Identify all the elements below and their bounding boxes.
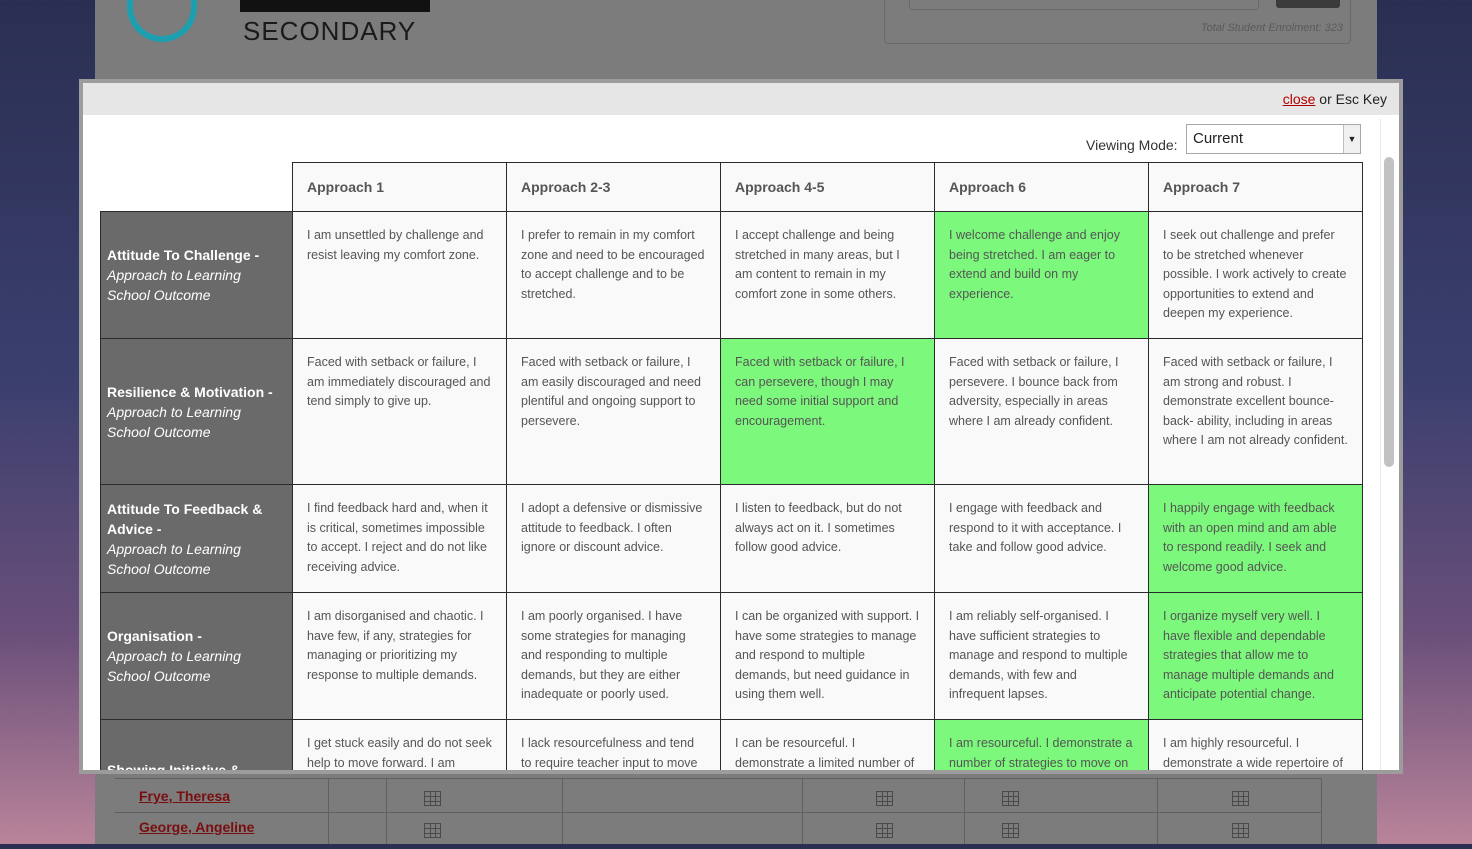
- row-header: Attitude To Feedback & Advice - Approach…: [100, 484, 293, 593]
- grid-icon[interactable]: [876, 791, 893, 806]
- row-header: Organisation - Approach to Learning Scho…: [100, 592, 293, 720]
- col-divider: [328, 778, 329, 844]
- table-row: Showing Initiative & I get stuck easily …: [100, 719, 1363, 770]
- col-divider: [386, 778, 387, 844]
- viewing-mode-select[interactable]: Current ▼: [1186, 124, 1361, 154]
- rubric-cell[interactable]: I am disorganised and chaotic. I have fe…: [292, 592, 507, 720]
- column-header: Approach 6: [934, 162, 1149, 212]
- table-row: Attitude To Challenge - Approach to Lear…: [100, 211, 1363, 339]
- rubric-cell[interactable]: I lack resourcefulness and tend to requi…: [506, 719, 721, 770]
- col-divider: [1321, 778, 1322, 844]
- student-link[interactable]: George, Angeline: [139, 819, 254, 849]
- rubric-cell[interactable]: I can be resourceful. I demonstrate a li…: [720, 719, 935, 770]
- rubric-cell[interactable]: I engage with feedback and respond to it…: [934, 484, 1149, 593]
- student-link[interactable]: Frye, Theresa: [139, 788, 230, 818]
- close-hint: or Esc Key: [1319, 91, 1387, 107]
- column-header: Approach 7: [1148, 162, 1363, 212]
- row-divider: [115, 812, 1322, 813]
- close-area: close or Esc Key: [1283, 91, 1387, 107]
- rubric-cell[interactable]: I prefer to remain in my comfort zone an…: [506, 211, 721, 339]
- rubric-cell[interactable]: I organize myself very well. I have flex…: [1148, 592, 1363, 720]
- row-title: Organisation -: [107, 628, 202, 644]
- rubric-cell[interactable]: I am unsettled by challenge and resist l…: [292, 211, 507, 339]
- rubric-cell[interactable]: I am highly resourceful. I demonstrate a…: [1148, 719, 1363, 770]
- rubric-cell[interactable]: I accept challenge and being stretched i…: [720, 211, 935, 339]
- chevron-down-icon[interactable]: ▼: [1343, 125, 1360, 153]
- rubric-cell[interactable]: Faced with setback or failure, I am easi…: [506, 338, 721, 485]
- column-header: Approach 4-5: [720, 162, 935, 212]
- rubric-cell[interactable]: I am reliably self-organised. I have suf…: [934, 592, 1149, 720]
- row-title: Attitude To Feedback & Advice -: [107, 500, 263, 537]
- viewing-mode-value: Current: [1193, 130, 1244, 147]
- rubric-cell[interactable]: Faced with setback or failure, I am stro…: [1148, 338, 1363, 485]
- row-title: Resilience & Motivation -: [107, 383, 273, 400]
- grid-icon[interactable]: [424, 823, 441, 838]
- col-divider: [1157, 778, 1158, 844]
- row-subtitle: School Outcome: [107, 668, 211, 684]
- row-header: Resilience & Motivation - Approach to Le…: [100, 338, 293, 485]
- row-subtitle: School Outcome: [107, 560, 211, 577]
- row-header: Attitude To Challenge - Approach to Lear…: [100, 211, 293, 339]
- rubric-cell[interactable]: I seek out challenge and prefer to be st…: [1148, 211, 1363, 339]
- row-subtitle: Approach to Learning: [107, 267, 241, 283]
- rubric-modal: close or Esc Key Viewing Mode: Current ▼: [79, 79, 1403, 774]
- rubric-cell[interactable]: I find feedback hard and, when it is cri…: [292, 484, 507, 593]
- grid-icon[interactable]: [1232, 823, 1249, 838]
- rubric-cell[interactable]: Faced with setback or failure, I am imme…: [292, 338, 507, 485]
- grid-icon[interactable]: [1232, 791, 1249, 806]
- modal-content: close or Esc Key Viewing Mode: Current ▼: [83, 83, 1399, 770]
- search-button[interactable]: [1276, 0, 1340, 8]
- logo-subtitle: SECONDARY: [243, 16, 417, 46]
- rubric-cell[interactable]: I adopt a defensive or dismissive attitu…: [506, 484, 721, 593]
- col-divider: [802, 778, 803, 844]
- grid-icon[interactable]: [1002, 823, 1019, 838]
- grid-icon[interactable]: [1002, 791, 1019, 806]
- row-subtitle: School Outcome: [107, 423, 211, 440]
- table-corner: [100, 162, 293, 212]
- rubric-cell[interactable]: I get stuck easily and do not seek help …: [292, 719, 507, 770]
- column-header: Approach 2-3: [506, 162, 721, 212]
- grid-icon[interactable]: [876, 823, 893, 838]
- table-row: Attitude To Feedback & Advice - Approach…: [100, 484, 1363, 593]
- search-input[interactable]: [909, 0, 1259, 10]
- rubric-cell[interactable]: Faced with setback or failure, I can per…: [720, 338, 935, 485]
- grid-icon[interactable]: [424, 791, 441, 806]
- col-divider: [562, 778, 563, 844]
- rubric-cell[interactable]: I listen to feedback, but do not always …: [720, 484, 935, 593]
- row-divider: [115, 778, 1322, 779]
- logo-wordmark-top: [240, 0, 430, 12]
- rubric-cell[interactable]: I am resourceful. I demonstrate a number…: [934, 719, 1149, 770]
- rubric-table: Approach 1 Approach 2-3 Approach 4-5 App…: [100, 162, 1363, 770]
- rubric-cell[interactable]: I am poorly organised. I have some strat…: [506, 592, 721, 720]
- table-row: Organisation - Approach to Learning Scho…: [100, 592, 1363, 720]
- modal-title-bar: close or Esc Key: [83, 83, 1399, 115]
- column-header: Approach 1: [292, 162, 507, 212]
- viewing-mode-label: Viewing Mode:: [1086, 137, 1178, 153]
- rubric-cell[interactable]: I can be organized with support. I have …: [720, 592, 935, 720]
- row-subtitle: Approach to Learning: [107, 403, 241, 420]
- row-title: Attitude To Challenge -: [107, 247, 260, 263]
- col-divider: [964, 778, 965, 844]
- row-subtitle: Approach to Learning: [107, 540, 241, 557]
- rubric-cell[interactable]: I welcome challenge and enjoy being stre…: [934, 211, 1149, 339]
- scrollbar-thumb[interactable]: [1384, 157, 1394, 467]
- row-title: Showing Initiative &: [107, 762, 241, 770]
- row-subtitle: Approach to Learning: [107, 648, 241, 664]
- close-link[interactable]: close: [1283, 91, 1316, 107]
- row-subtitle: School Outcome: [107, 287, 211, 303]
- table-row: Resilience & Motivation - Approach to Le…: [100, 338, 1363, 485]
- rubric-cell[interactable]: I happily engage with feedback with an o…: [1148, 484, 1363, 593]
- row-header: Showing Initiative &: [100, 719, 293, 770]
- rubric-cell[interactable]: Faced with setback or failure, I perseve…: [934, 338, 1149, 485]
- total-enrolment: Total Student Enrolment: 323: [1200, 22, 1343, 34]
